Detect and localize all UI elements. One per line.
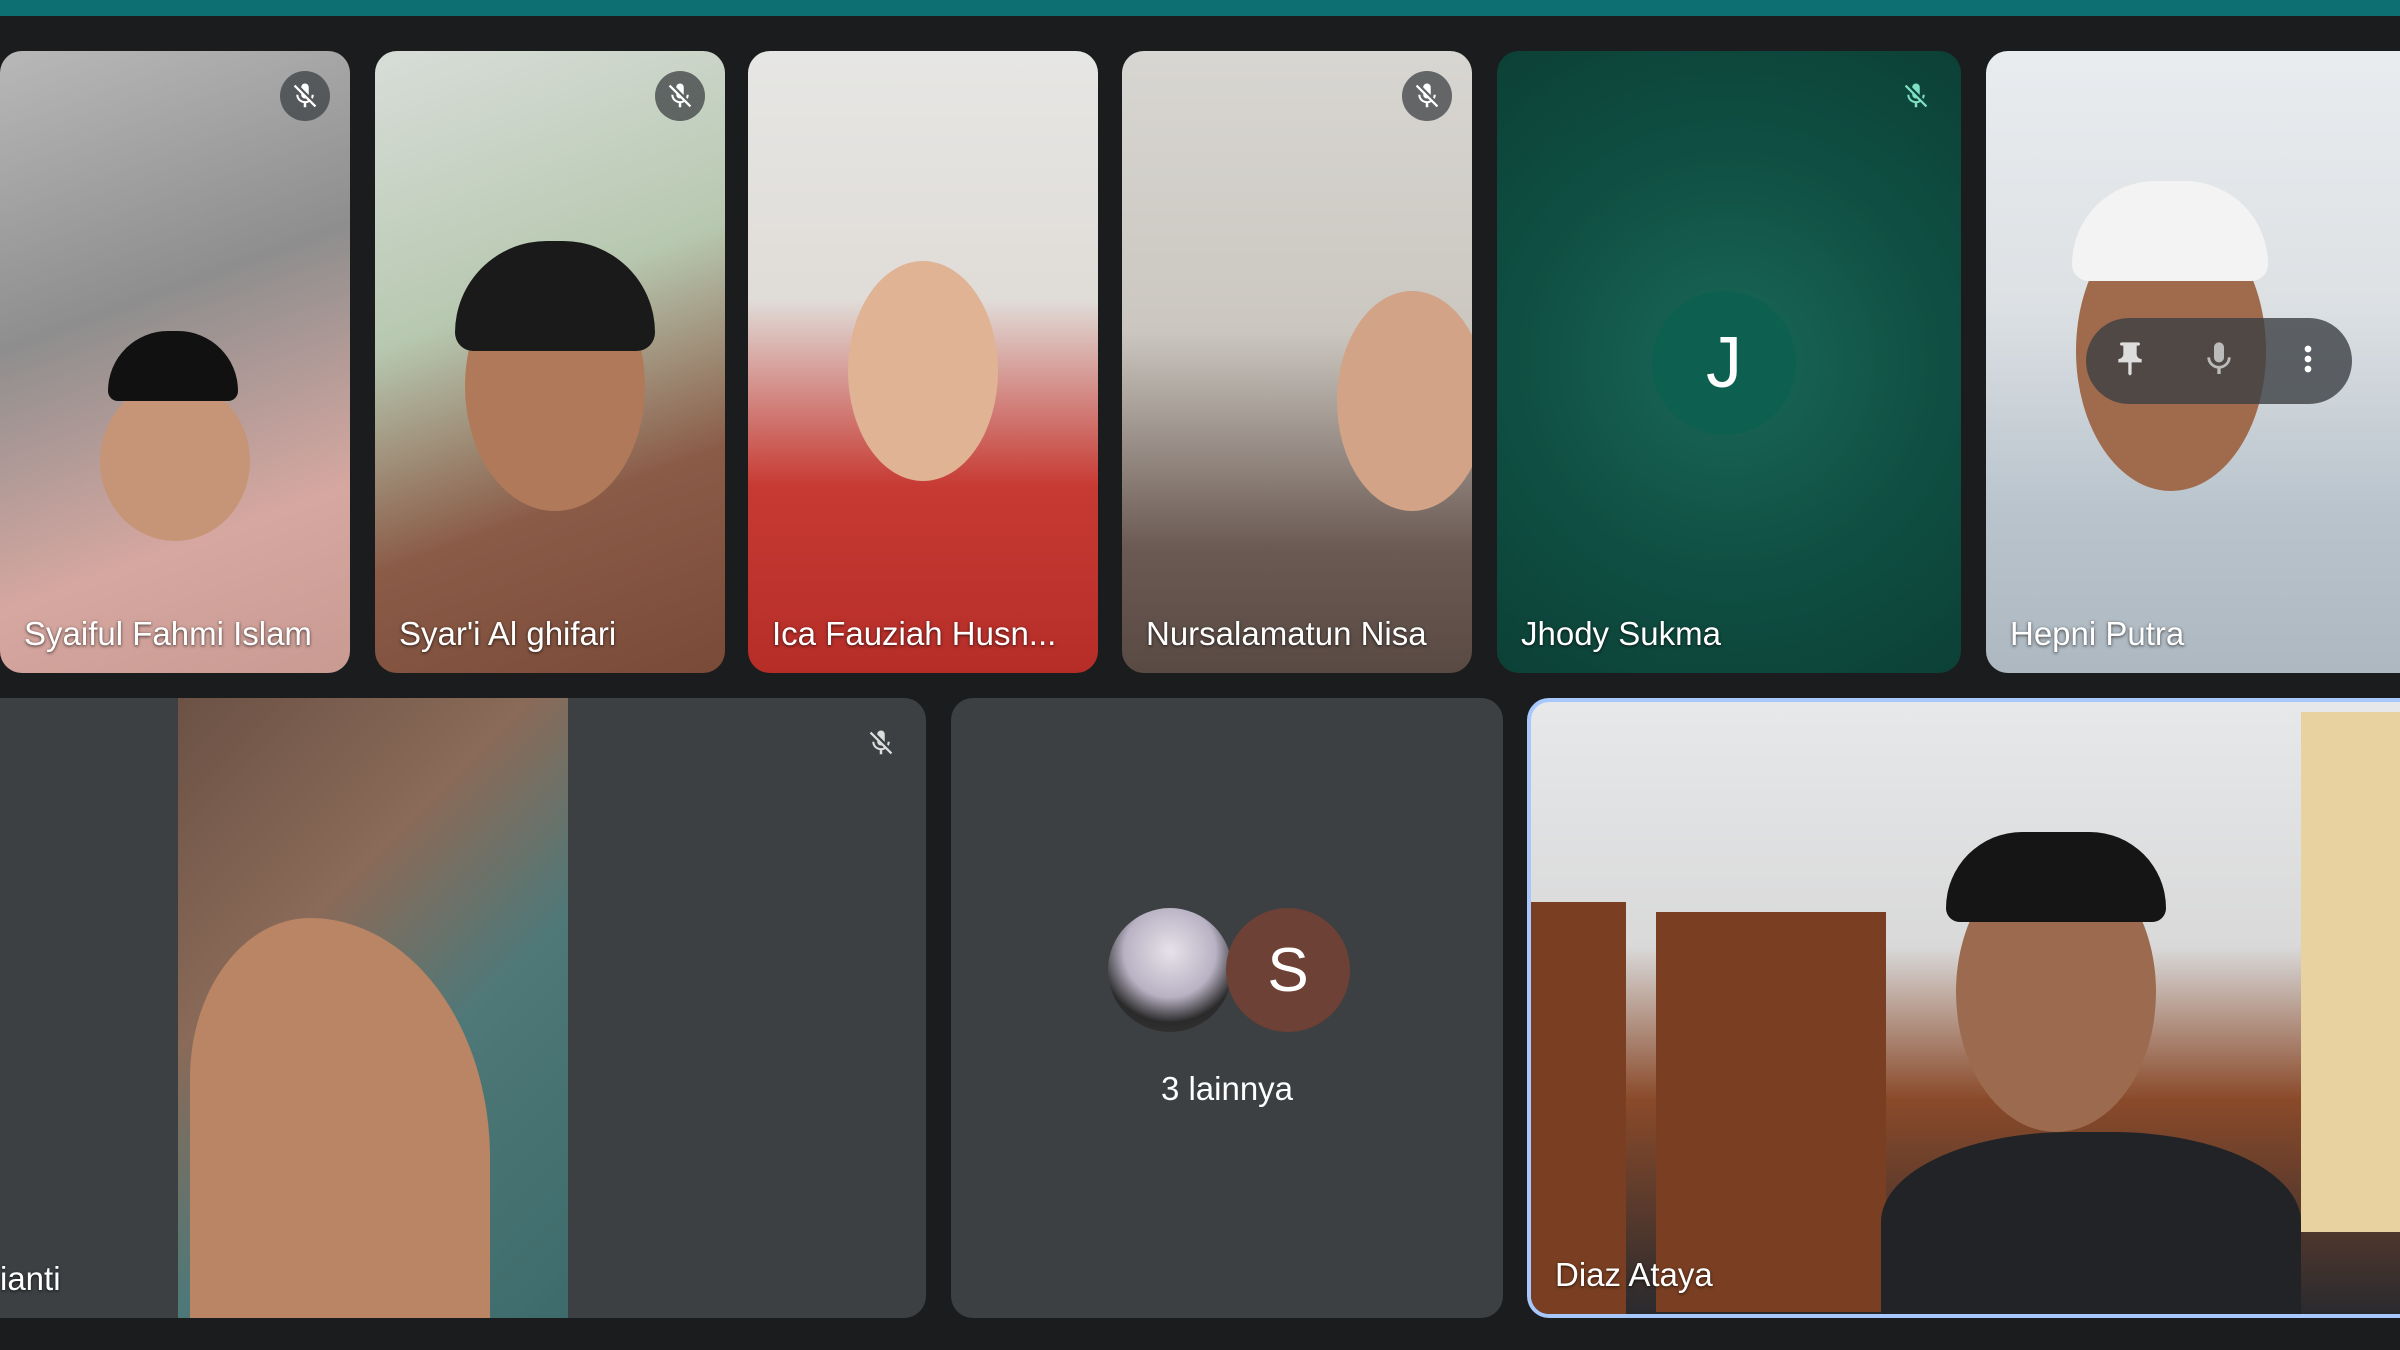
participant-name: Syar'i Al ghifari: [399, 615, 617, 652]
participant-name: Hepni Putra: [2010, 615, 2185, 652]
participant-name: Syaiful Fahmi Islam: [24, 615, 312, 652]
top-bar: [0, 0, 2400, 16]
participant-video: [108, 331, 238, 401]
participant-tile[interactable]: ianti: [0, 698, 926, 1318]
participant-tile[interactable]: Ica Fauziah Husn...: [748, 51, 1098, 673]
participant-video: [848, 261, 998, 481]
participant-avatar: [1108, 908, 1232, 1032]
mic-icon[interactable]: [2199, 339, 2239, 384]
muted-mic-icon: [1402, 71, 1452, 121]
more-vert-icon[interactable]: [2288, 339, 2328, 384]
participant-video: [455, 241, 655, 351]
participant-name: Ica Fauziah Husn...: [772, 615, 1057, 652]
participant-video: [1656, 912, 1886, 1312]
participant-name: Diaz Ataya: [1555, 1256, 1713, 1293]
muted-mic-icon: [280, 71, 330, 121]
muted-mic-icon: [1891, 71, 1941, 121]
participant-name: Jhody Sukma: [1521, 615, 1721, 652]
participant-tile[interactable]: Diaz Ataya: [1527, 698, 2400, 1318]
participant-video: [1337, 291, 1472, 511]
muted-mic-icon: [856, 718, 906, 768]
participant-avatar: J: [1652, 291, 1796, 435]
participant-video: [2072, 181, 2268, 281]
more-participants-label: 3 lainnya: [1160, 1070, 1294, 1107]
participant-video: [100, 381, 250, 541]
participant-tile[interactable]: J Jhody Sukma: [1497, 51, 1961, 673]
more-participants-tile[interactable]: S 3 lainnya: [951, 698, 1503, 1318]
participant-name: Nursalamatun Nisa: [1146, 615, 1427, 652]
muted-mic-icon: [655, 71, 705, 121]
participant-name: ianti: [0, 1260, 61, 1297]
participant-tile[interactable]: Syar'i Al ghifari: [375, 51, 725, 673]
tile-hover-controls: [2086, 318, 2352, 404]
participant-avatar: S: [1226, 908, 1350, 1032]
participant-video: [1946, 832, 2166, 922]
participant-tile[interactable]: Syaiful Fahmi Islam: [0, 51, 350, 673]
participant-video: [2301, 712, 2400, 1232]
participant-tile[interactable]: Nursalamatun Nisa: [1122, 51, 1472, 673]
pin-icon[interactable]: [2110, 339, 2150, 384]
participant-video: [1881, 1132, 2301, 1314]
